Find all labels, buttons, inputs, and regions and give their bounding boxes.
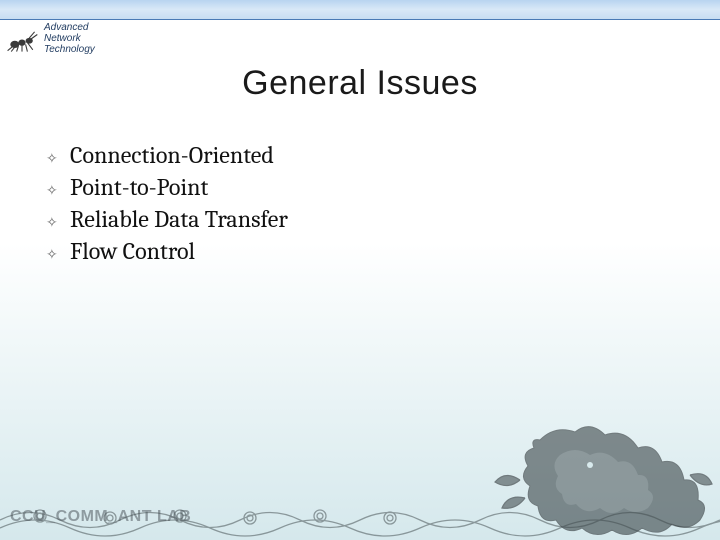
bullet-icon: ✧ [46,246,70,263]
logo-line-1: Advanced [44,22,95,33]
list-item: ✧ Connection-Oriented [46,141,720,169]
logo-line-2: Network [44,33,95,44]
logo-text: Advanced Network Technology [44,22,95,55]
ant-icon [4,24,40,54]
logo: Advanced Network Technology [4,22,95,55]
bullet-icon: ✧ [46,214,70,231]
list-item: ✧ Reliable Data Transfer [46,205,720,233]
page-title: General Issues [0,64,720,103]
list-item: ✧ Flow Control [46,237,720,265]
bullet-text: Reliable Data Transfer [70,205,288,233]
bullet-icon: ✧ [46,182,70,199]
window-titlebar [0,0,720,20]
bullet-text: Point-to-Point [70,173,208,201]
list-item: ✧ Point-to-Point [46,173,720,201]
footer-label: CCU_COMM_ANT LAB [10,508,191,526]
bullet-text: Connection-Oriented [70,141,274,169]
bullet-list: ✧ Connection-Oriented ✧ Point-to-Point ✧… [46,141,720,265]
bullet-icon: ✧ [46,150,70,167]
bullet-text: Flow Control [70,237,195,265]
logo-line-3: Technology [44,44,95,55]
